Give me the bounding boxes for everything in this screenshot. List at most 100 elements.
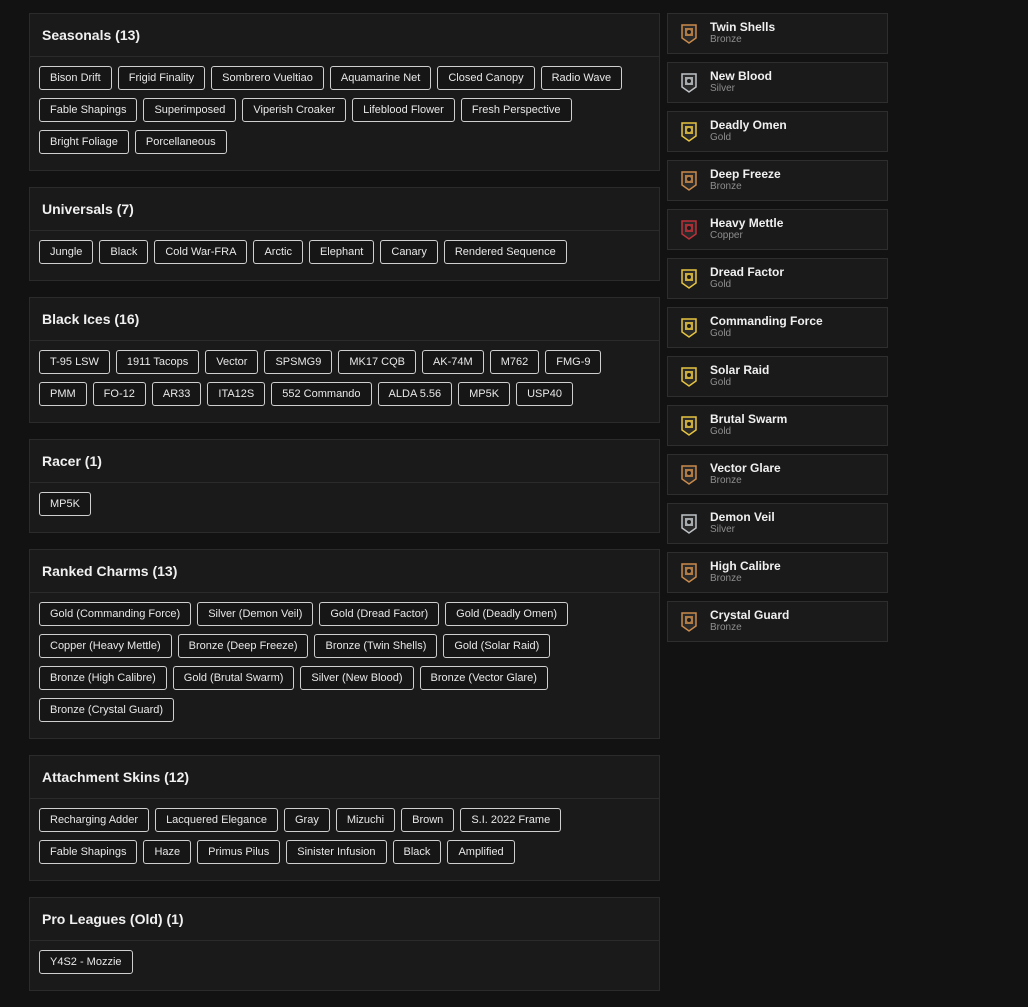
- item-tag: ITA12S: [207, 382, 266, 406]
- rank-charm-tier: Gold: [710, 426, 732, 437]
- tag-list: T-95 LSW 1911 Tacops Vector SPSMG9 MK17 CQB A…: [30, 341, 659, 422]
- rank-charm-tier: Copper: [710, 230, 743, 241]
- rank-charm-text: Heavy Mettle Copper: [710, 217, 783, 242]
- section-pro-leagues: Pro Leagues (Old) (1) Y4S2 - Mozzie: [29, 897, 660, 991]
- item-tag: PMM: [39, 382, 87, 406]
- item-tag: Recharging Adder: [39, 808, 150, 832]
- item-tag: Viperish Croaker: [242, 98, 347, 122]
- rank-charm-card: Twin Shells Bronze: [667, 13, 888, 54]
- rank-charm-card: Demon Veil Silver: [667, 503, 888, 544]
- rank-charm-tier: Bronze: [710, 34, 742, 45]
- item-tag: Fable Shapings: [39, 840, 138, 864]
- rank-charm-name: Deadly Omen: [710, 118, 787, 132]
- rank-charm-card: Solar Raid Gold: [667, 356, 888, 397]
- item-tag: M762: [489, 350, 540, 374]
- item-tag: Gold (Deadly Omen): [445, 602, 569, 626]
- section-title: Ranked Charms (13): [30, 550, 659, 593]
- item-tag: Black: [392, 840, 442, 864]
- rank-charm-text: Deep Freeze Bronze: [710, 168, 781, 193]
- rank-charm-name: Deep Freeze: [710, 167, 781, 181]
- rank-badge-icon: [668, 317, 710, 338]
- item-tag: Bronze (High Calibre): [39, 666, 167, 690]
- item-tag: Sinister Infusion: [286, 840, 387, 864]
- rank-charm-tier: Gold: [710, 279, 732, 290]
- rank-badge-icon: [668, 170, 710, 191]
- rank-charm-text: Demon Veil Silver: [710, 511, 775, 536]
- rank-charm-tier: Silver: [710, 83, 736, 94]
- item-tag: AK-74M: [421, 350, 484, 374]
- rank-charm-name: Twin Shells: [710, 20, 776, 34]
- rank-charm-name: Vector Glare: [710, 461, 781, 475]
- rank-badge-icon: [668, 415, 710, 436]
- rank-charm-card: Deep Freeze Bronze: [667, 160, 888, 201]
- item-tag: USP40: [516, 382, 573, 406]
- item-tag: Fresh Perspective: [460, 98, 572, 122]
- item-tag: FMG-9: [545, 350, 602, 374]
- item-tag: Fable Shapings: [39, 98, 138, 122]
- item-tag: Bronze (Deep Freeze): [177, 634, 309, 658]
- item-tag: Cold War-FRA: [154, 240, 248, 264]
- rank-badge-icon: [668, 513, 710, 534]
- item-tag: Silver (New Blood): [300, 666, 414, 690]
- rank-charm-text: High Calibre Bronze: [710, 560, 781, 585]
- rank-charm-text: Brutal Swarm Gold: [710, 413, 787, 438]
- item-tag: Gold (Brutal Swarm): [172, 666, 295, 690]
- section-title: Attachment Skins (12): [30, 756, 659, 799]
- section-title: Seasonals (13): [30, 14, 659, 57]
- item-tag: MP5K: [39, 492, 91, 516]
- tag-list: MP5K: [30, 483, 659, 532]
- rank-charm-text: Commanding Force Gold: [710, 315, 823, 340]
- rank-charm-card: Heavy Mettle Copper: [667, 209, 888, 250]
- item-tag: Y4S2 - Mozzie: [39, 950, 133, 974]
- item-tag: Brown: [401, 808, 455, 832]
- rank-badge-icon: [668, 464, 710, 485]
- rank-charm-tier: Gold: [710, 132, 732, 143]
- item-tag: SPSMG9: [264, 350, 333, 374]
- item-tag: Black: [99, 240, 149, 264]
- tag-list: Y4S2 - Mozzie: [30, 941, 659, 990]
- item-tag: MP5K: [458, 382, 511, 406]
- rank-charm-text: Vector Glare Bronze: [710, 462, 781, 487]
- rank-badge-icon: [668, 366, 710, 387]
- item-tag: Primus Pilus: [197, 840, 281, 864]
- item-tag: Rendered Sequence: [443, 240, 567, 264]
- section-black-ices: Black Ices (16) T-95 LSW 1911 Tacops Vecto…: [29, 297, 660, 423]
- section-seasonals: Seasonals (13) Bison Drift Frigid Finalit…: [29, 13, 660, 171]
- item-tag: Sombrero Vueltiao: [211, 66, 324, 90]
- rank-charm-name: Brutal Swarm: [710, 412, 788, 426]
- item-tag: Jungle: [39, 240, 94, 264]
- item-tag: Aquamarine Net: [329, 66, 432, 90]
- rank-charm-card: New Blood Silver: [667, 62, 888, 103]
- rank-badge-icon: [668, 268, 710, 289]
- rank-charm-card: Deadly Omen Gold: [667, 111, 888, 152]
- rank-charm-tier: Bronze: [710, 181, 742, 192]
- section-title: Pro Leagues (Old) (1): [30, 898, 659, 941]
- item-tag: Superimposed: [143, 98, 237, 122]
- item-tag: Arctic: [253, 240, 303, 264]
- item-tag: Gold (Dread Factor): [319, 602, 440, 626]
- item-tag: Silver (Demon Veil): [197, 602, 314, 626]
- item-tag: Bronze (Crystal Guard): [39, 698, 175, 722]
- item-tag: Amplified: [447, 840, 515, 864]
- item-tag: Elephant: [308, 240, 375, 264]
- rank-charm-name: Crystal Guard: [710, 608, 790, 622]
- section-ranked-charms: Ranked Charms (13) Gold (Commanding Forc…: [29, 549, 660, 739]
- item-tag: Closed Canopy: [437, 66, 535, 90]
- item-tag: Mizuchi: [335, 808, 396, 832]
- rank-charm-name: Dread Factor: [710, 265, 785, 279]
- item-tag: Vector: [205, 350, 259, 374]
- rank-charm-text: Solar Raid Gold: [710, 364, 769, 389]
- rank-badge-icon: [668, 562, 710, 583]
- tag-list: Bison Drift Frigid Finality Sombrero Vuelt…: [30, 57, 659, 170]
- tag-list: Jungle Black Cold War-FRA Arctic Elephant Can…: [30, 231, 659, 280]
- section-title: Black Ices (16): [30, 298, 659, 341]
- rank-charm-card: Vector Glare Bronze: [667, 454, 888, 495]
- rank-charm-tier: Bronze: [710, 573, 742, 584]
- item-tag: Frigid Finality: [117, 66, 206, 90]
- rank-charm-name: Demon Veil: [710, 510, 775, 524]
- rank-charm-tier: Gold: [710, 328, 732, 339]
- item-tag: Gray: [283, 808, 330, 832]
- item-tag: Bronze (Twin Shells): [314, 634, 438, 658]
- rank-charm-card: Dread Factor Gold: [667, 258, 888, 299]
- item-tag: Copper (Heavy Mettle): [39, 634, 172, 658]
